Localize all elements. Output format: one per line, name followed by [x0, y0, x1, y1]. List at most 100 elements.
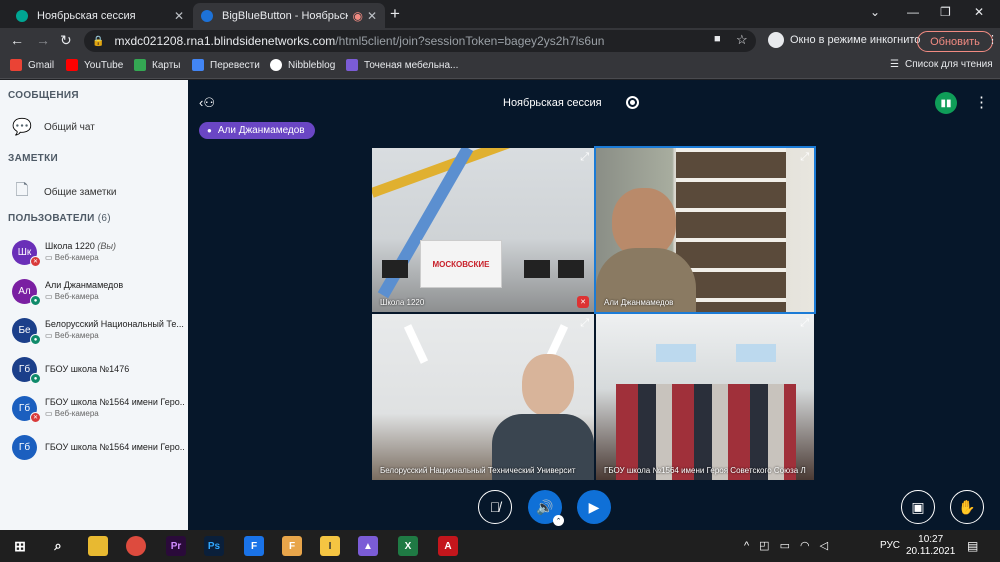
network-icon[interactable]: ◰ — [759, 539, 769, 552]
maps-icon — [134, 59, 146, 71]
start-icon[interactable]: ⊞ — [10, 536, 30, 556]
close-tab-icon[interactable]: ✕ — [174, 9, 184, 23]
user-item[interactable]: Гб ● ГБОУ школа №1476 — [12, 353, 188, 389]
incognito-indicator[interactable]: Окно в режиме инкогнито — [768, 32, 920, 48]
user-item[interactable]: Гб ГБОУ школа №1564 имени Геро... — [12, 431, 188, 467]
presentation-button[interactable]: ▣ — [901, 490, 935, 524]
reload-button[interactable]: ↻ — [60, 32, 72, 49]
mute-button[interactable]: 🎙̸ — [478, 490, 512, 524]
tab-title: BigBlueButton - Ноябрьская — [222, 9, 349, 22]
more-options-icon[interactable]: ⋮ — [974, 93, 989, 111]
tab-search-icon[interactable]: ⌄ — [870, 5, 880, 19]
user-item[interactable]: Ал ● Али Джанмамедов ▭ Веб-камера — [12, 275, 188, 311]
fullscreen-icon[interactable]: ⤢ — [800, 317, 809, 330]
clock[interactable]: 10:27 20.11.2021 — [906, 534, 955, 558]
bookmark-translate[interactable]: Перевести — [192, 59, 260, 71]
fullscreen-icon[interactable]: ⤢ — [580, 317, 589, 330]
public-chat-item[interactable]: 💬 Общий чат — [12, 117, 95, 137]
browser-tab-2[interactable]: BigBlueButton - Ноябрьская ◉ ✕ — [193, 3, 385, 28]
mic-muted-icon: ✕ — [30, 256, 41, 267]
app-i-icon[interactable]: I — [320, 536, 340, 556]
raise-hand-button[interactable]: ✋ — [950, 490, 984, 524]
update-button[interactable]: Обновить — [917, 31, 993, 52]
translate-icon — [192, 59, 204, 71]
users-title: ПОЛЬЗОВАТЕЛИ (6) — [8, 213, 111, 224]
user-status: ▭ Веб-камера — [45, 409, 99, 418]
user-name-text: Школа 1220 — [45, 241, 95, 251]
notification-icon[interactable]: ▤ — [967, 539, 978, 553]
app-icon[interactable]: F — [244, 536, 264, 556]
chrome-icon[interactable] — [126, 536, 146, 556]
bookmark-maps[interactable]: Карты — [134, 59, 181, 71]
user-name: ГБОУ школа №1476 — [45, 364, 130, 374]
file-explorer-icon[interactable] — [88, 536, 108, 556]
browser-tab-1[interactable]: Ноябрьская сессия ✕ — [8, 3, 192, 28]
reading-list-icon: ☰ — [890, 59, 899, 70]
bookmark-star-icon[interactable]: ☆ — [736, 32, 748, 48]
fullscreen-icon[interactable]: ⤢ — [580, 151, 589, 164]
user-status: ▭ Веб-камера — [45, 292, 99, 301]
fullscreen-icon[interactable]: ⤢ — [800, 151, 809, 164]
public-chat-label: Общий чат — [44, 121, 95, 133]
reading-list[interactable]: ☰ Список для чтения — [890, 59, 993, 70]
language-indicator[interactable]: РУС — [880, 540, 900, 551]
premiere-icon[interactable]: Pr — [166, 536, 186, 556]
webcam-icon: ▭ — [45, 409, 53, 418]
menu-kebab-icon[interactable]: ⋮ — [987, 33, 998, 46]
user-item[interactable]: Гб ✕ ГБОУ школа №1564 имени Геро... ▭ Ве… — [12, 392, 188, 428]
app-f-icon[interactable]: F — [282, 536, 302, 556]
minimize-button[interactable]: — — [907, 5, 919, 19]
battery-icon[interactable]: ▭ — [780, 539, 790, 552]
camera-indicator-icon[interactable]: ■ — [714, 33, 721, 45]
forward-button[interactable]: → — [36, 32, 50, 48]
system-tray: ^ ◰ ▭ ◠ ◁ — [744, 539, 838, 553]
users-title-text: ПОЛЬЗОВАТЕЛИ — [8, 213, 95, 224]
connection-status-icon[interactable]: ▮▮ — [935, 92, 957, 114]
restore-button[interactable]: ❐ — [940, 5, 951, 19]
close-window-button[interactable]: ✕ — [974, 5, 984, 19]
reading-list-label: Список для чтения — [904, 59, 993, 70]
record-icon[interactable] — [626, 96, 639, 109]
video-tile[interactable]: ⤢ ГБОУ школа №1564 имени Героя Советског… — [596, 314, 814, 480]
user-item[interactable]: Шк ✕ Школа 1220 (Вы) ▭ Веб-камера — [12, 236, 188, 272]
audio-button[interactable]: 🔊 ⌃ — [528, 490, 564, 526]
webcam-button[interactable]: ▶ — [577, 490, 611, 524]
banner: МОСКОВСКИЕ — [420, 240, 502, 288]
back-button[interactable]: ← — [10, 32, 24, 48]
lock-icon[interactable]: 🔒 — [92, 36, 104, 47]
photoshop-icon[interactable]: Ps — [204, 536, 224, 556]
shared-notes-label: Общие заметки — [44, 187, 117, 198]
audio-options-icon[interactable]: ⌃ — [553, 515, 564, 526]
volume-icon[interactable]: ◁ — [820, 539, 828, 552]
search-icon[interactable]: ⌕ — [48, 536, 68, 556]
wifi-icon[interactable]: ◠ — [800, 539, 810, 552]
address-bar[interactable]: 🔒 mxdc021208.rna1.blindsidenetworks.com/… — [84, 30, 756, 52]
video-tile-active[interactable]: ⤢ Али Джанмамедов — [594, 146, 816, 314]
user-item[interactable]: Бе ● Белорусский Национальный Те... ▭ Ве… — [12, 314, 188, 350]
webcam-icon: ▭ — [45, 331, 53, 340]
user-status-text: Веб-камера — [54, 292, 99, 301]
bookmark-label: Перевести — [210, 59, 260, 71]
webcam-icon: ▭ — [45, 253, 53, 262]
shared-notes-item[interactable]: 🗋 Общие заметки — [12, 179, 117, 206]
bookmark-youtube[interactable]: YouTube — [66, 59, 123, 71]
hide-panel-icon[interactable]: ‹⚇ — [199, 95, 215, 111]
acrobat-icon[interactable]: A — [438, 536, 458, 556]
bookmark-furniture[interactable]: Точеная мебельна... — [346, 59, 458, 71]
bookmark-gmail[interactable]: Gmail — [10, 59, 54, 71]
messages-title: СООБЩЕНИЯ — [8, 90, 79, 101]
chevron-up-icon[interactable]: ^ — [744, 540, 749, 552]
video-name: Школа 1220 — [380, 298, 425, 307]
bookmark-nibbleblog[interactable]: Nibbleblog — [270, 59, 335, 71]
user-status: ▭ Веб-камера — [45, 331, 99, 340]
mic-muted-icon: ✕ — [30, 412, 41, 423]
talking-indicator[interactable]: ● Али Джанмамедов — [199, 122, 315, 139]
video-tile[interactable]: МОСКОВСКИЕ ⤢ Школа 1220 ✕ — [372, 148, 594, 312]
close-tab-icon[interactable]: ✕ — [367, 9, 377, 23]
sidebar: СООБЩЕНИЯ 💬 Общий чат ЗАМЕТКИ 🗋 Общие за… — [0, 80, 188, 530]
app-triangle-icon[interactable]: ▲ — [358, 536, 378, 556]
hand-icon: ✋ — [958, 498, 976, 515]
excel-icon[interactable]: X — [398, 536, 418, 556]
new-tab-button[interactable]: + — [390, 4, 400, 24]
video-tile[interactable]: ⤢ Белорусский Национальный Технический У… — [372, 314, 594, 480]
